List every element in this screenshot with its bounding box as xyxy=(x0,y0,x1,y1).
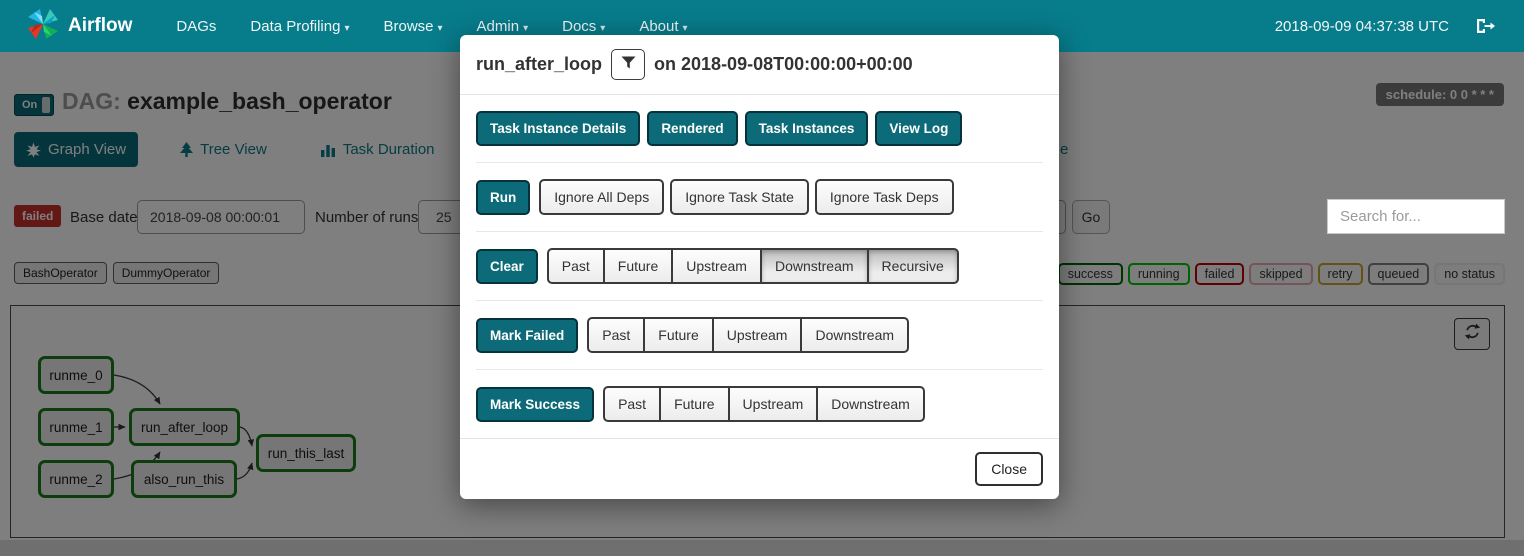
mark-success-option-past[interactable]: Past xyxy=(603,386,661,422)
logout-icon[interactable] xyxy=(1475,18,1496,34)
modal-row-mark-failed: Mark Failed PastFutureUpstreamDownstream xyxy=(476,301,1043,369)
clear-option-past[interactable]: Past xyxy=(547,248,605,284)
modal-row-mark-success: Mark Success PastFutureUpstreamDownstream xyxy=(476,370,1043,438)
nav-item-admin[interactable]: Admin▾ xyxy=(477,18,529,35)
mark-success-button[interactable]: Mark Success xyxy=(476,387,594,422)
task-instances-button[interactable]: Task Instances xyxy=(745,111,869,146)
airflow-brand[interactable]: Airflow xyxy=(26,7,132,46)
mark-failed-option-upstream[interactable]: Upstream xyxy=(712,317,803,353)
task-instance-details-button[interactable]: Task Instance Details xyxy=(476,111,640,146)
caret-down-icon: ▾ xyxy=(683,23,688,34)
navbar-menu: DAGs Data Profiling▾ Browse▾ Admin▾ Docs▾ Abo… xyxy=(176,18,687,35)
close-button[interactable]: Close xyxy=(975,452,1043,486)
nav-item-dags[interactable]: DAGs xyxy=(176,18,216,35)
search-input[interactable] xyxy=(1327,199,1505,234)
task-instance-modal: run_after_loop on 2018-09-08T00:00:00+00… xyxy=(460,35,1059,499)
modal-row-clear: Clear PastFutureUpstreamDownstreamRecursi… xyxy=(476,232,1043,300)
mark-failed-option-downstream[interactable]: Downstream xyxy=(800,317,909,353)
nav-item-data-profiling[interactable]: Data Profiling▾ xyxy=(250,18,349,35)
utc-clock: 2018-09-09 04:37:38 UTC xyxy=(1275,18,1449,35)
modal-execution-date: on 2018-09-08T00:00:00+00:00 xyxy=(654,54,913,75)
run-option-ignore-all-deps[interactable]: Ignore All Deps xyxy=(539,179,664,215)
modal-body: Task Instance DetailsRenderedTask Instan… xyxy=(460,95,1059,438)
nav-item-browse[interactable]: Browse▾ xyxy=(383,18,442,35)
clear-option-downstream[interactable]: Downstream xyxy=(760,248,869,284)
run-button[interactable]: Run xyxy=(476,180,530,215)
brand-name: Airflow xyxy=(68,15,132,37)
clear-option-future[interactable]: Future xyxy=(603,248,673,284)
caret-down-icon: ▾ xyxy=(438,23,443,34)
caret-down-icon: ▾ xyxy=(344,23,349,34)
mark-failed-option-past[interactable]: Past xyxy=(587,317,645,353)
modal-row-links: Task Instance DetailsRenderedTask Instan… xyxy=(476,95,1043,162)
modal-row-run: Run Ignore All DepsIgnore Task StateIgnor… xyxy=(476,163,1043,231)
airflow-pinwheel-logo-icon xyxy=(26,7,60,46)
run-option-ignore-task-deps[interactable]: Ignore Task Deps xyxy=(815,179,954,215)
mark-failed-options: PastFutureUpstreamDownstream xyxy=(587,317,909,353)
mark-success-option-downstream[interactable]: Downstream xyxy=(816,386,925,422)
mark-success-option-upstream[interactable]: Upstream xyxy=(728,386,819,422)
clear-options: PastFutureUpstreamDownstreamRecursive xyxy=(547,248,959,284)
navbar-right: 2018-09-09 04:37:38 UTC xyxy=(1275,18,1496,35)
clear-option-upstream[interactable]: Upstream xyxy=(671,248,762,284)
clear-option-recursive[interactable]: Recursive xyxy=(867,248,959,284)
nav-item-docs[interactable]: Docs▾ xyxy=(562,18,605,35)
nav-item-about[interactable]: About▾ xyxy=(639,18,687,35)
run-options: Ignore All DepsIgnore Task StateIgnore T… xyxy=(539,179,953,215)
mark-success-option-future[interactable]: Future xyxy=(659,386,729,422)
caret-down-icon: ▾ xyxy=(600,23,605,34)
modal-header: run_after_loop on 2018-09-08T00:00:00+00… xyxy=(460,35,1059,95)
caret-down-icon: ▾ xyxy=(523,23,528,34)
mark-success-options: PastFutureUpstreamDownstream xyxy=(603,386,925,422)
run-option-ignore-task-state[interactable]: Ignore Task State xyxy=(670,179,809,215)
clear-button[interactable]: Clear xyxy=(476,249,538,284)
funnel-icon xyxy=(621,56,636,74)
rendered-button[interactable]: Rendered xyxy=(647,111,737,146)
mark-failed-button[interactable]: Mark Failed xyxy=(476,318,578,353)
mark-failed-option-future[interactable]: Future xyxy=(643,317,713,353)
modal-task-name: run_after_loop xyxy=(476,54,602,75)
modal-footer: Close xyxy=(460,438,1059,499)
filter-button[interactable] xyxy=(611,49,645,80)
view-log-button[interactable]: View Log xyxy=(875,111,962,146)
